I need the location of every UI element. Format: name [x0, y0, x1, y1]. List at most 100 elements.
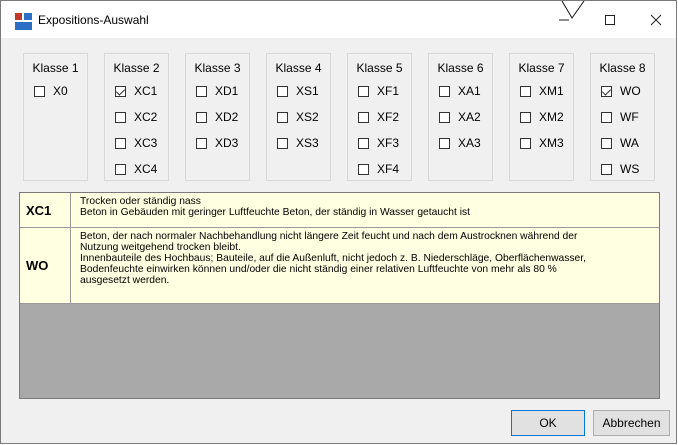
checkbox-label: XC2	[134, 110, 158, 124]
exposition-checkbox[interactable]: XA3	[439, 135, 509, 151]
class-group: Klasse 5 XF1 XF2 XF3 XF4	[347, 53, 412, 181]
exposition-checkbox[interactable]: XD1	[196, 83, 266, 99]
checkbox-label: XS1	[296, 84, 319, 98]
checkbox-unchecked-icon[interactable]	[196, 85, 207, 97]
description-text: Trocken oder ständig nass Beton in Gebäu…	[80, 196, 470, 218]
checkbox-label: WS	[620, 162, 640, 176]
checkbox-label: XM1	[539, 84, 564, 98]
checkbox-unchecked-icon[interactable]	[601, 163, 612, 175]
exposition-checkbox[interactable]: XF2	[358, 109, 428, 125]
exposition-checkbox[interactable]: XM2	[520, 109, 590, 125]
description-code: XC1	[20, 193, 71, 227]
exposition-checkbox[interactable]: XD3	[196, 135, 266, 151]
description-row: XC1 Trocken oder ständig nass Beton in G…	[20, 193, 659, 228]
exposition-checkbox[interactable]: XS1	[277, 83, 347, 99]
exposition-checkbox[interactable]: XD2	[196, 109, 266, 125]
checkbox-unchecked-icon[interactable]	[115, 163, 126, 175]
class-group: Klasse 3 XD1 XD2 XD3	[185, 53, 250, 181]
exposition-checkbox[interactable]: X0	[34, 83, 104, 99]
checkbox-unchecked-icon[interactable]	[196, 137, 207, 149]
checkbox-label: XA1	[458, 84, 481, 98]
checkbox-checked-icon[interactable]	[601, 85, 612, 97]
exposition-checkbox[interactable]: WS	[601, 161, 671, 177]
checkbox-unchecked-icon[interactable]	[358, 111, 369, 123]
checkbox-label: WO	[620, 84, 641, 98]
checkbox-unchecked-icon[interactable]	[277, 111, 288, 123]
checkbox-label: XD3	[215, 136, 239, 150]
description-text: Beton, der nach normaler Nachbehandlung …	[80, 231, 587, 286]
exposition-checkbox[interactable]: XA1	[439, 83, 509, 99]
exposition-checkbox[interactable]: XC3	[115, 135, 185, 151]
checkbox-label: WF	[620, 110, 639, 124]
checkbox-unchecked-icon[interactable]	[601, 137, 612, 149]
checkbox-unchecked-icon[interactable]	[439, 137, 450, 149]
checkbox-unchecked-icon[interactable]	[358, 163, 369, 175]
checkbox-unchecked-icon[interactable]	[520, 85, 531, 97]
checkbox-unchecked-icon[interactable]	[115, 111, 126, 123]
mouse-pointer-icon	[561, 1, 585, 19]
checkbox-label: XF3	[377, 136, 400, 150]
exposition-checkbox[interactable]: XA2	[439, 109, 509, 125]
exposition-checkbox[interactable]: XC1	[115, 83, 185, 99]
checkbox-label: XA2	[458, 110, 481, 124]
exposition-checkbox[interactable]: XC4	[115, 161, 185, 177]
maximize-button[interactable]	[587, 1, 633, 38]
checkbox-label: XF1	[377, 84, 400, 98]
exposition-checkbox[interactable]: WO	[601, 83, 671, 99]
exposition-checkbox[interactable]: WA	[601, 135, 671, 151]
checkbox-unchecked-icon[interactable]	[439, 111, 450, 123]
checkbox-unchecked-icon[interactable]	[439, 85, 450, 97]
checkbox-unchecked-icon[interactable]	[358, 137, 369, 149]
checkbox-label: XF2	[377, 110, 400, 124]
description-row: WO Beton, der nach normaler Nachbehandlu…	[20, 228, 659, 304]
checkbox-unchecked-icon[interactable]	[601, 111, 612, 123]
exposition-checkbox[interactable]: XS3	[277, 135, 347, 151]
checkbox-unchecked-icon[interactable]	[277, 137, 288, 149]
close-button[interactable]	[633, 1, 676, 38]
checkbox-unchecked-icon[interactable]	[115, 137, 126, 149]
exposition-checkbox[interactable]: XF4	[358, 161, 428, 177]
class-group: Klasse 2 XC1 XC2 XC3 XC4	[104, 53, 169, 181]
exposition-dialog: Expositions-Auswahl Klasse 1 X0 Klasse 2 XC…	[0, 0, 677, 444]
cancel-button[interactable]: Abbrechen	[593, 410, 670, 436]
exposition-checkbox[interactable]: XC2	[115, 109, 185, 125]
class-group: Klasse 1 X0	[23, 53, 88, 181]
class-label: Klasse 2	[113, 61, 160, 75]
checkbox-unchecked-icon[interactable]	[34, 85, 45, 97]
class-group: Klasse 7 XM1 XM2 XM3	[509, 53, 574, 181]
class-label: Klasse 3	[194, 61, 241, 75]
checkbox-unchecked-icon[interactable]	[277, 85, 288, 97]
checkbox-unchecked-icon[interactable]	[520, 111, 531, 123]
exposition-checkbox[interactable]: XF3	[358, 135, 428, 151]
exposition-checkbox[interactable]: XF1	[358, 83, 428, 99]
class-label: Klasse 4	[275, 61, 322, 75]
description-panel: XC1 Trocken oder ständig nass Beton in G…	[19, 192, 660, 399]
checkbox-unchecked-icon[interactable]	[358, 85, 369, 97]
close-icon	[650, 14, 662, 25]
ok-button[interactable]: OK	[511, 410, 585, 436]
checkbox-unchecked-icon[interactable]	[520, 137, 531, 149]
checkbox-label: WA	[620, 136, 639, 150]
exposition-classes: Klasse 1 X0 Klasse 2 XC1 XC2 XC3 XC4 Klasse 3 XD…	[23, 53, 663, 181]
window-title: Expositions-Auswahl	[38, 13, 149, 27]
exposition-checkbox[interactable]: XM1	[520, 83, 590, 99]
exposition-checkbox[interactable]: XM3	[520, 135, 590, 151]
description-code: WO	[20, 228, 71, 303]
checkbox-unchecked-icon[interactable]	[196, 111, 207, 123]
checkbox-label: XM3	[539, 136, 564, 150]
class-group: Klasse 4 XS1 XS2 XS3	[266, 53, 331, 181]
checkbox-label: XS3	[296, 136, 319, 150]
class-label: Klasse 7	[518, 61, 565, 75]
checkbox-checked-icon[interactable]	[115, 85, 126, 97]
app-icon	[15, 13, 32, 30]
checkbox-label: XA3	[458, 136, 481, 150]
title-bar[interactable]: Expositions-Auswahl	[1, 1, 676, 38]
checkbox-label: XF4	[377, 162, 400, 176]
checkbox-label: XC4	[134, 162, 158, 176]
class-label: Klasse 5	[356, 61, 403, 75]
exposition-checkbox[interactable]: WF	[601, 109, 671, 125]
checkbox-label: XM2	[539, 110, 564, 124]
checkbox-label: X0	[53, 84, 68, 98]
exposition-checkbox[interactable]: XS2	[277, 109, 347, 125]
checkbox-label: XC3	[134, 136, 158, 150]
